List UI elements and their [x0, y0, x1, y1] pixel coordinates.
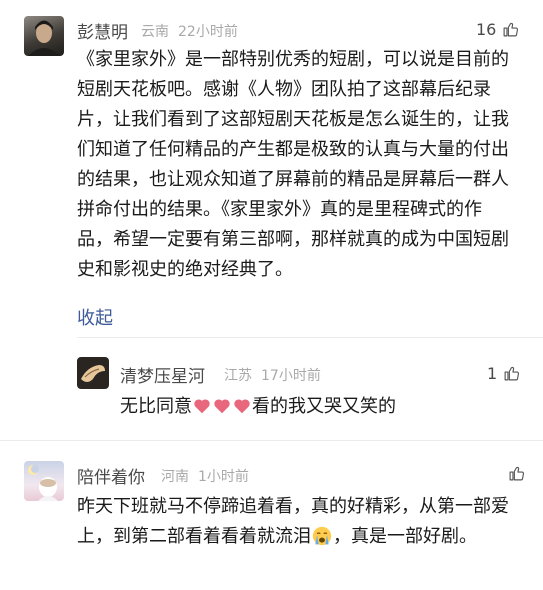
like-count: 16 [476, 20, 497, 39]
comment-user-name[interactable]: 彭慧明 [77, 18, 128, 43]
reply-location: 江苏 [224, 368, 252, 384]
comment-text: 昨天下班就马不停蹄追着看，真的好精彩，从第一部爱上，到第二部看着看着就流泪 ，真是… [77, 492, 517, 552]
comment-user-name[interactable]: 陪伴着你 [77, 463, 145, 488]
heart-emoji-icon [194, 399, 210, 414]
avatar[interactable] [24, 461, 64, 501]
comment-text: 《家里家外》是一部特别优秀的短剧，可以说是目前的短剧天花板吧。感谢《人物》团队拍… [77, 49, 509, 280]
reply-user-name[interactable]: 清梦压星河 [120, 362, 205, 387]
heart-emoji-icon [234, 399, 250, 414]
thumbs-up-icon [504, 366, 520, 381]
thumbs-up-icon [503, 22, 519, 37]
heart-emoji-icon [214, 399, 230, 414]
avatar[interactable] [24, 16, 64, 56]
crying-face-emoji-icon [312, 526, 332, 546]
comment-text-after: ，真是一部好剧。 [333, 526, 477, 547]
reply-text-after: 看的我又哭又笑的 [252, 396, 396, 417]
like-button[interactable] [502, 465, 525, 482]
comment-time: 1小时前 [198, 469, 249, 485]
comment-location: 河南 [161, 469, 189, 485]
reply-text-before: 无比同意 [120, 396, 192, 417]
like-button[interactable]: 1 [487, 364, 520, 383]
collapse-link[interactable]: 收起 [77, 304, 113, 330]
like-button[interactable]: 16 [476, 20, 519, 39]
reply-text: 无比同意 看的我又哭又笑的 [120, 392, 520, 422]
thumbs-up-icon [509, 466, 525, 481]
comment-time: 22小时前 [178, 24, 238, 40]
avatar[interactable] [77, 357, 109, 389]
reply-time: 17小时前 [261, 368, 321, 384]
comment-location: 云南 [141, 24, 169, 40]
divider [77, 337, 543, 338]
divider [0, 440, 543, 441]
like-count: 1 [487, 364, 498, 383]
